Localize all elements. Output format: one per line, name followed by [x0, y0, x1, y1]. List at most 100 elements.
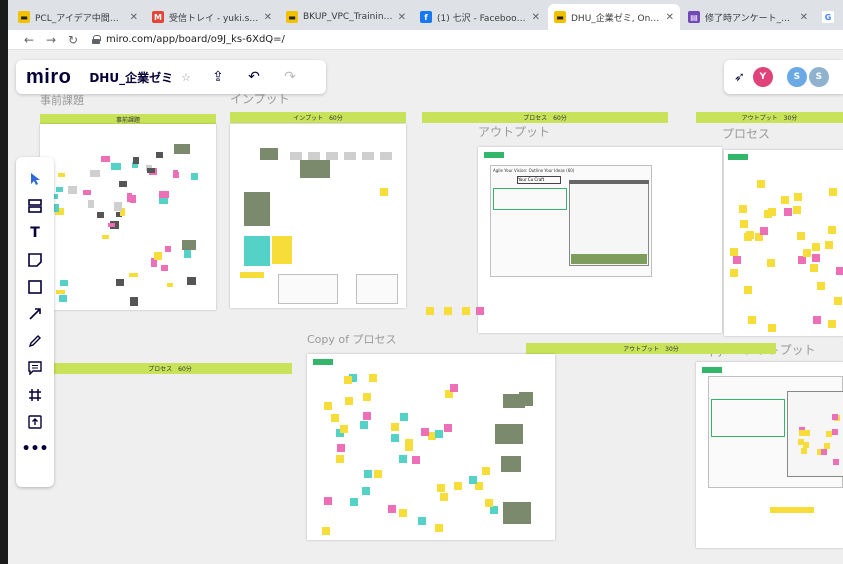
browser-tab[interactable]: f (1) 七沢 - Facebook検索 ✕ — [414, 4, 546, 30]
sticky-note[interactable] — [55, 187, 64, 192]
sticky-note[interactable] — [156, 152, 164, 159]
sticky-note[interactable] — [730, 268, 739, 277]
sticky-note[interactable] — [400, 413, 409, 422]
sticky-note[interactable] — [172, 171, 180, 178]
sticky-note[interactable] — [146, 167, 156, 173]
sticky-note[interactable] — [133, 157, 140, 164]
sticky-note[interactable] — [96, 211, 105, 219]
sticky-note[interactable] — [829, 188, 838, 197]
avatar[interactable]: Y — [752, 67, 773, 87]
sticky-note[interactable] — [770, 507, 814, 513]
sticky-note[interactable] — [405, 443, 414, 452]
sticky-note[interactable] — [440, 493, 449, 502]
sticky-note[interactable] — [434, 523, 443, 532]
frame-copy-output[interactable] — [696, 362, 843, 548]
sticky-note[interactable] — [825, 431, 832, 438]
undo-icon[interactable]: ↶ — [245, 69, 263, 85]
sticky-note[interactable] — [362, 152, 374, 160]
tab-close-icon[interactable]: ✕ — [398, 12, 406, 23]
sticky-note[interactable] — [730, 247, 738, 256]
sticky-note[interactable] — [768, 324, 777, 333]
frame-process[interactable] — [724, 150, 843, 336]
sticky-note[interactable] — [739, 204, 748, 213]
sticky-note[interactable] — [476, 307, 484, 315]
sticky-note[interactable] — [55, 289, 66, 295]
frame-output[interactable]: Agile Your Vision: Outline Your Ideas (6… — [478, 147, 722, 333]
sticky-note[interactable] — [763, 209, 772, 218]
sticky-note[interactable] — [411, 456, 420, 465]
sticky-note[interactable] — [803, 429, 810, 436]
avatar[interactable]: S — [786, 67, 807, 87]
sticky-note[interactable] — [330, 414, 339, 423]
sticky-note[interactable] — [362, 393, 371, 402]
sticky-note[interactable] — [816, 282, 825, 291]
star-icon[interactable]: ☆ — [181, 71, 191, 84]
sticky-note[interactable] — [449, 384, 458, 393]
sticky-note[interactable] — [468, 476, 477, 485]
tab-close-icon[interactable]: ✕ — [264, 12, 272, 23]
sticky-note[interactable] — [831, 414, 838, 421]
sticky-note[interactable] — [340, 425, 349, 434]
sticky-note[interactable] — [824, 443, 831, 450]
sticky-note[interactable] — [391, 433, 400, 442]
sticky-note[interactable] — [809, 263, 818, 272]
sticky-note[interactable] — [359, 421, 368, 430]
sticky-note[interactable] — [323, 496, 332, 505]
frame-jizen[interactable] — [40, 124, 216, 310]
sticky-note[interactable] — [187, 277, 196, 285]
sticky-note[interactable] — [739, 219, 748, 228]
sticky-note[interactable] — [760, 227, 769, 235]
sticky-note[interactable] — [321, 526, 330, 535]
sticky-note[interactable] — [436, 484, 445, 493]
url-field[interactable]: miro.com/app/board/o9J_ks-6XdQ=/ — [92, 34, 285, 45]
sticky-note[interactable] — [113, 202, 122, 211]
sticky-note[interactable] — [444, 307, 452, 315]
sticky-note[interactable] — [756, 179, 765, 188]
sticky-note[interactable] — [825, 240, 834, 249]
sticky-note[interactable] — [820, 449, 827, 456]
sticky-note[interactable] — [336, 455, 345, 464]
frame-tool-icon[interactable] — [21, 381, 49, 408]
sticky-note[interactable] — [158, 191, 169, 199]
sticky-note[interactable] — [53, 204, 60, 212]
sticky-note[interactable] — [128, 272, 138, 278]
sticky-note[interactable] — [344, 152, 356, 160]
sticky-note[interactable] — [160, 265, 169, 272]
sticky-note[interactable] — [364, 469, 373, 478]
sticky-note[interactable] — [290, 152, 302, 160]
sticky-note[interactable] — [743, 285, 752, 294]
sticky-note[interactable] — [832, 458, 839, 465]
sticky-note[interactable] — [792, 205, 801, 214]
sticky-note[interactable] — [363, 411, 372, 420]
sticky-note[interactable] — [399, 454, 408, 463]
sticky-note[interactable] — [399, 509, 408, 518]
sticky-note[interactable] — [797, 256, 806, 265]
sticky-note[interactable] — [745, 230, 754, 239]
text-tool-icon[interactable]: T — [21, 219, 49, 246]
sticky-note[interactable] — [345, 396, 354, 405]
sticky-note[interactable] — [794, 192, 803, 201]
sticky-note[interactable] — [326, 152, 338, 160]
sticky-note[interactable] — [336, 443, 345, 452]
sticky-note[interactable] — [490, 506, 499, 515]
sticky-note[interactable] — [831, 429, 838, 436]
redo-icon[interactable]: ↷ — [281, 69, 299, 85]
miro-canvas[interactable]: miro DHU_企業ゼミ ☆ ⇪ ↶ ↷ ➶ Y S S T ••• 事前課題… — [8, 50, 843, 564]
sticky-note[interactable] — [766, 258, 775, 267]
sticky-note[interactable] — [58, 172, 65, 178]
sticky-note[interactable] — [391, 422, 400, 431]
sticky-note[interactable] — [797, 438, 804, 445]
sticky-note[interactable] — [361, 486, 370, 495]
forward-arrow-icon[interactable]: → — [40, 33, 62, 47]
sticky-note[interactable] — [482, 466, 491, 475]
upload-icon[interactable] — [21, 408, 49, 435]
sticky-note[interactable] — [308, 152, 320, 160]
sticky-note[interactable] — [324, 402, 333, 411]
browser-tab[interactable]: ▬ DHU_企業ゼミ, Online ✕ — [548, 4, 680, 30]
frame-copy-process[interactable] — [307, 354, 555, 540]
shape-tool-icon[interactable] — [21, 273, 49, 300]
tab-close-icon[interactable]: ✕ — [532, 12, 540, 23]
sticky-note[interactable] — [426, 307, 434, 315]
sticky-note[interactable] — [797, 231, 806, 240]
browser-tab[interactable]: M 受信トレイ - yuki.sugio ✕ — [146, 4, 278, 30]
